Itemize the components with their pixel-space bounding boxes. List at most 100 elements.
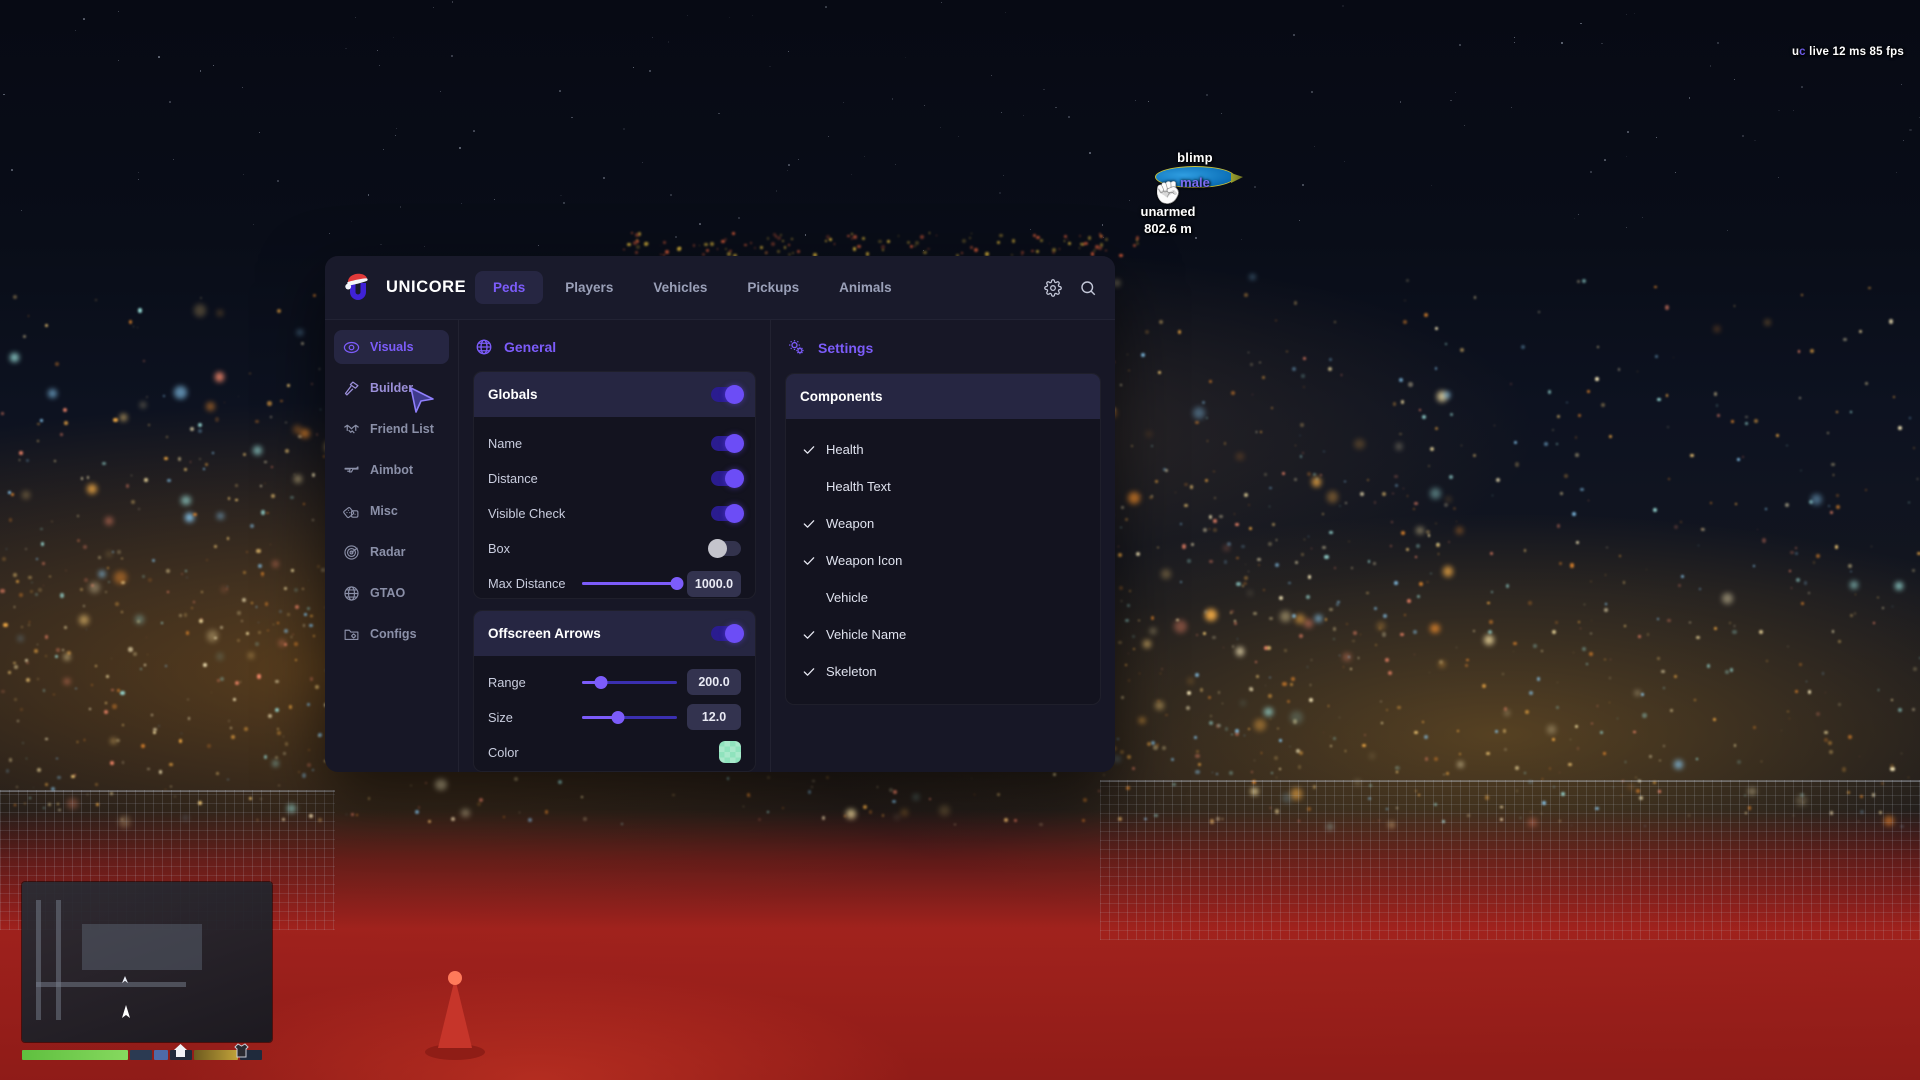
tab-bar[interactable]: Peds Players Vehicles Pickups Animals [475,271,910,304]
sidebar-item-misc[interactable]: Misc [334,494,449,528]
row-label: Distance [488,471,711,486]
general-section-title: General [504,339,556,355]
row-label: Name [488,436,711,451]
watermark-stats: live 12 ms 85 fps [1806,46,1904,58]
gear-icon[interactable] [1044,279,1062,297]
components-card-body: Health Health Text Weapon [786,419,1100,704]
sidebar-item-label: Aimbot [370,463,413,477]
globe-icon [475,338,493,356]
components-card-header: Components [786,374,1100,419]
row-color[interactable]: Color [488,739,741,766]
pistol-icon [343,462,360,479]
component-label: Health [826,442,864,457]
esp-ped-marker: ✊ unarmed 802.6 m [1120,182,1216,236]
sidebar-item-label: Friend List [370,422,434,436]
hammer-icon [343,380,360,397]
component-health[interactable]: Health [800,435,1086,464]
range-slider[interactable] [582,675,677,689]
handshake-icon [343,421,360,438]
row-distance[interactable]: Distance [488,465,741,492]
settings-section-title: Settings [818,340,873,356]
tab-peds[interactable]: Peds [475,271,543,304]
component-label: Weapon Icon [826,553,902,568]
component-vehicle-name[interactable]: Vehicle Name [800,620,1086,649]
unicore-menu-window[interactable]: UNICORE Peds Players Vehicles Pickups An… [325,256,1115,772]
row-label: Color [488,745,719,760]
sidebar-item-label: Radar [370,545,405,559]
row-label: Max Distance [488,576,582,591]
sidebar-item-label: GTAO [370,586,405,600]
tab-vehicles[interactable]: Vehicles [635,271,725,304]
unicore-santa-hat-logo [341,271,375,305]
size-slider[interactable] [582,710,677,724]
general-column: General Globals Name Distance [459,320,771,772]
row-label: Size [488,710,582,725]
menu-body: Visuals Builder Friend List [325,320,1115,772]
esp-distance-label: 802.6 m [1120,221,1216,236]
component-label: Skeleton [826,664,877,679]
check-icon [802,517,816,531]
offscreen-card-body: Range 200.0 Size [474,656,755,772]
sidebar-item-label: Builder [370,381,413,395]
size-value[interactable]: 12.0 [687,704,741,730]
components-title: Components [800,389,883,404]
component-skeleton[interactable]: Skeleton [800,657,1086,686]
component-weapon[interactable]: Weapon [800,509,1086,538]
sidebar-item-gtao[interactable]: GTAO [334,576,449,610]
component-weapon-icon[interactable]: Weapon Icon [800,546,1086,575]
globals-card-header: Globals [474,372,755,417]
box-toggle[interactable] [711,541,741,556]
component-label: Vehicle Name [826,627,906,642]
check-icon [802,628,816,642]
row-label: Visible Check [488,506,711,521]
row-visible-check[interactable]: Visible Check [488,500,741,527]
globals-toggle[interactable] [711,387,741,402]
range-value[interactable]: 200.0 [687,669,741,695]
folder-gear-icon [343,626,360,643]
offscreen-arrows-card: Offscreen Arrows Range 200.0 Si [473,610,756,772]
tab-pickups[interactable]: Pickups [729,271,817,304]
row-name[interactable]: Name [488,430,741,457]
sidebar-item-configs[interactable]: Configs [334,617,449,651]
globe-icon [343,585,360,602]
component-vehicle[interactable]: Vehicle [800,583,1086,612]
sidebar-item-aimbot[interactable]: Aimbot [334,453,449,487]
traffic-cone [420,970,490,1060]
header-icon-group[interactable] [1044,279,1101,297]
color-swatch[interactable] [719,741,741,763]
eye-icon [343,339,360,356]
component-health-text[interactable]: Health Text [800,472,1086,501]
search-icon[interactable] [1079,279,1097,297]
sidebar-item-builder[interactable]: Builder [334,371,449,405]
sidebar[interactable]: Visuals Builder Friend List [325,320,459,772]
general-section-header: General [473,334,756,360]
row-range[interactable]: Range 200.0 [488,669,741,696]
row-max-distance[interactable]: Max Distance 1000.0 [488,570,741,597]
name-toggle[interactable] [711,436,741,451]
sidebar-item-radar[interactable]: Radar [334,535,449,569]
row-size[interactable]: Size 12.0 [488,704,741,731]
max-distance-slider[interactable] [582,577,677,591]
esp-entity-name: blimp [1140,150,1250,165]
tab-animals[interactable]: Animals [821,271,910,304]
settings-section-header: Settings [785,334,1101,362]
distance-toggle[interactable] [711,471,741,486]
offscreen-title: Offscreen Arrows [488,626,601,641]
row-box[interactable]: Box [488,535,741,562]
fps-watermark: uc live 12 ms 85 fps [1792,46,1904,58]
esp-weapon-label: unarmed [1120,204,1216,219]
visible-check-toggle[interactable] [711,506,741,521]
tab-players[interactable]: Players [547,271,631,304]
sidebar-item-visuals[interactable]: Visuals [334,330,449,364]
row-label: Range [488,675,582,690]
offscreen-toggle[interactable] [711,626,741,641]
globals-title: Globals [488,387,538,402]
max-distance-value[interactable]: 1000.0 [687,571,741,597]
component-label: Vehicle [826,590,868,605]
check-icon [802,554,816,568]
minimap [22,882,272,1042]
sidebar-item-friend-list[interactable]: Friend List [334,412,449,446]
brand-title: UNICORE [386,278,466,297]
sidebar-item-label: Visuals [370,340,414,354]
right-fence-railing [1100,780,1920,940]
